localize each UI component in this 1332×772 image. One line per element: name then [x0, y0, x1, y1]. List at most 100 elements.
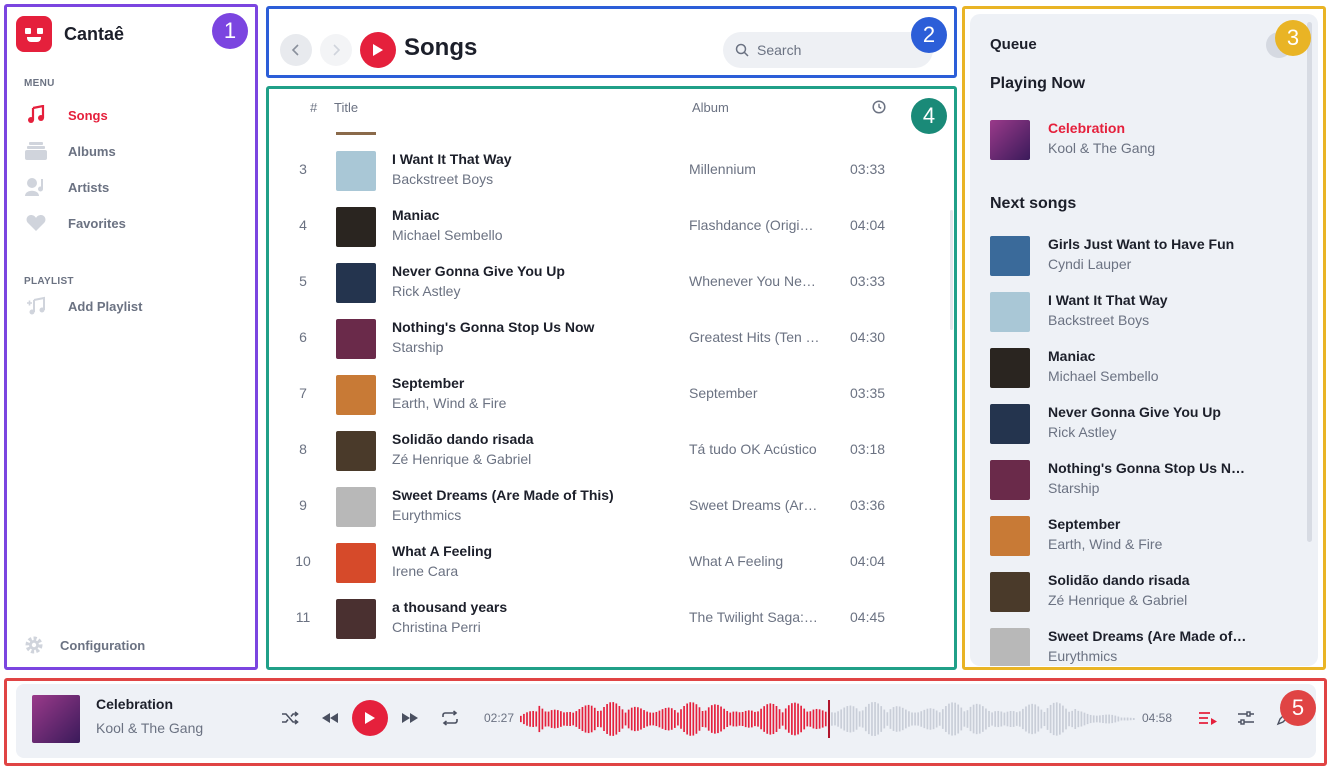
waveform-bar — [868, 703, 870, 735]
playing-now-label: Playing Now — [990, 75, 1086, 92]
waveform-bar — [1018, 711, 1021, 727]
waveform-bar — [609, 702, 612, 736]
queue-button[interactable] — [1196, 706, 1220, 730]
waveform-bar — [1111, 714, 1114, 724]
table-row[interactable]: 8 Solidão dando risada Zé Henrique & Gabri… — [268, 423, 918, 479]
table-row[interactable]: 11 a thousand years Christina Perri The Twi… — [268, 591, 918, 647]
elapsed-time: 02:27 — [484, 711, 515, 725]
waveform-bar — [1062, 705, 1064, 733]
waveform-bar — [1092, 715, 1095, 723]
sidebar-item-albums[interactable]: Albums — [24, 139, 116, 163]
waveform-bar — [569, 711, 571, 727]
queue-item-artist: Earth, Wind & Fire — [1048, 536, 1163, 552]
song-album: What A Feeling — [689, 553, 784, 569]
waveform-bar — [1006, 711, 1009, 727]
sidebar-item-label: Songs — [68, 107, 108, 123]
album-cover — [990, 404, 1030, 444]
table-row[interactable]: 10 What A Feeling Irene Cara What A Feeling… — [268, 535, 918, 591]
waveform-bar — [578, 709, 581, 729]
waveform-bar — [969, 706, 972, 732]
repeat-button[interactable] — [438, 706, 462, 730]
configuration-button[interactable]: Configuration — [22, 633, 145, 657]
waveform-bar — [732, 711, 735, 727]
waveform-bar — [674, 710, 676, 728]
waveform-bar — [689, 702, 692, 736]
table-row[interactable]: 4 Maniac Michael Sembello Flashdance (Origi… — [268, 199, 918, 255]
waveform-bar — [1046, 708, 1049, 730]
song-artist: Christina Perri — [392, 619, 481, 635]
waveform-bar — [520, 715, 522, 723]
waveform-bar — [658, 710, 661, 728]
song-title: September — [392, 375, 465, 391]
waveform-bar — [951, 702, 953, 736]
song-title: Maniac — [392, 207, 440, 223]
table-row[interactable]: 9 Sweet Dreams (Are Made of This) Eurythmi… — [268, 479, 918, 535]
sidebar-item-label: Artists — [68, 179, 110, 195]
queue-item[interactable]: Never Gonna Give You Up Rick Astley — [990, 400, 1290, 448]
add-playlist-button[interactable]: Add Playlist — [24, 294, 142, 318]
search-box[interactable] — [723, 32, 933, 68]
sidebar-item-songs[interactable]: Songs — [24, 103, 108, 127]
forward-button[interactable] — [320, 34, 352, 66]
page-title: Songs — [404, 34, 478, 61]
queue-item[interactable]: Nothing's Gonna Stop Us Now Starship — [990, 456, 1290, 504]
sidebar-item-artists[interactable]: Artists — [24, 175, 109, 199]
previous-button[interactable] — [318, 706, 342, 730]
queue-item[interactable]: I Want It That Way Backstreet Boys — [990, 288, 1290, 336]
sliders-icon — [1238, 711, 1254, 725]
waveform-bar — [889, 709, 892, 729]
annotation-badge-2: 2 — [911, 17, 947, 53]
waveform-bar — [818, 709, 821, 729]
waveform-bar — [763, 706, 766, 732]
table-row[interactable]: 7 September Earth, Wind & Fire September 03:… — [268, 367, 918, 423]
waveform-bar — [772, 703, 775, 735]
waveform-bar — [997, 710, 1000, 728]
now-playing-cover — [32, 695, 80, 743]
waveform-bar — [575, 711, 578, 727]
waveform-bar — [966, 710, 969, 728]
queue-item[interactable]: Solidão dando risada Zé Henrique & Gabrie… — [990, 568, 1290, 616]
waveform-bar — [741, 711, 744, 727]
waveform-bar — [945, 706, 947, 732]
queue-scrollbar[interactable] — [1307, 22, 1312, 542]
queue-item[interactable]: Girls Just Want to Have Fun Cyndi Lauper — [990, 232, 1290, 280]
waveform-bar — [1083, 712, 1086, 726]
search-input[interactable] — [757, 42, 917, 58]
waveform-bar — [988, 710, 990, 728]
song-list: # Title Album 3 I Want It That Way Backstr… — [268, 88, 954, 668]
shuffle-button[interactable] — [278, 706, 302, 730]
album-cover — [990, 348, 1030, 388]
back-button[interactable] — [280, 34, 312, 66]
waveform-bar — [1120, 717, 1123, 721]
play-pause-button[interactable] — [352, 700, 388, 736]
queue-item[interactable]: Sweet Dreams (Are Made of This) Eurythmic… — [990, 624, 1290, 666]
waveform-bar — [630, 707, 633, 731]
waveform-bar — [781, 712, 784, 726]
table-row[interactable]: 5 Never Gonna Give You Up Rick Astley Whene… — [268, 255, 918, 311]
music-note-icon — [24, 103, 48, 127]
play-icon — [365, 712, 375, 724]
table-row[interactable]: 3 I Want It That Way Backstreet Boys Millen… — [268, 143, 918, 199]
waveform-seekbar[interactable] — [520, 698, 1136, 740]
shuffle-icon — [282, 711, 299, 725]
waveform-bar — [797, 703, 799, 735]
column-header-album: Album — [692, 100, 729, 115]
sidebar-item-label: Add Playlist — [68, 298, 143, 314]
waveform-bar — [754, 711, 756, 727]
chevron-left-icon — [291, 44, 299, 56]
queue-item-title: Never Gonna Give You Up — [1048, 404, 1221, 420]
equalizer-button[interactable] — [1234, 706, 1258, 730]
queue-item[interactable]: Maniac Michael Sembello — [990, 344, 1290, 392]
waveform-bar — [800, 705, 802, 733]
table-row[interactable]: 6 Nothing's Gonna Stop Us Now Starship Grea… — [268, 311, 918, 367]
waveform-bar — [1089, 714, 1092, 724]
sidebar-item-favorites[interactable]: Favorites — [24, 211, 126, 235]
play-all-button[interactable] — [360, 32, 396, 68]
next-button[interactable] — [398, 706, 422, 730]
waveform-bar — [991, 712, 993, 726]
scrollbar[interactable] — [950, 210, 953, 330]
queue-now-playing[interactable]: Celebration Kool & The Gang — [990, 116, 1290, 164]
waveform-bar — [1009, 710, 1012, 728]
song-title: Solidão dando risada — [392, 431, 534, 447]
queue-item[interactable]: September Earth, Wind & Fire — [990, 512, 1290, 560]
